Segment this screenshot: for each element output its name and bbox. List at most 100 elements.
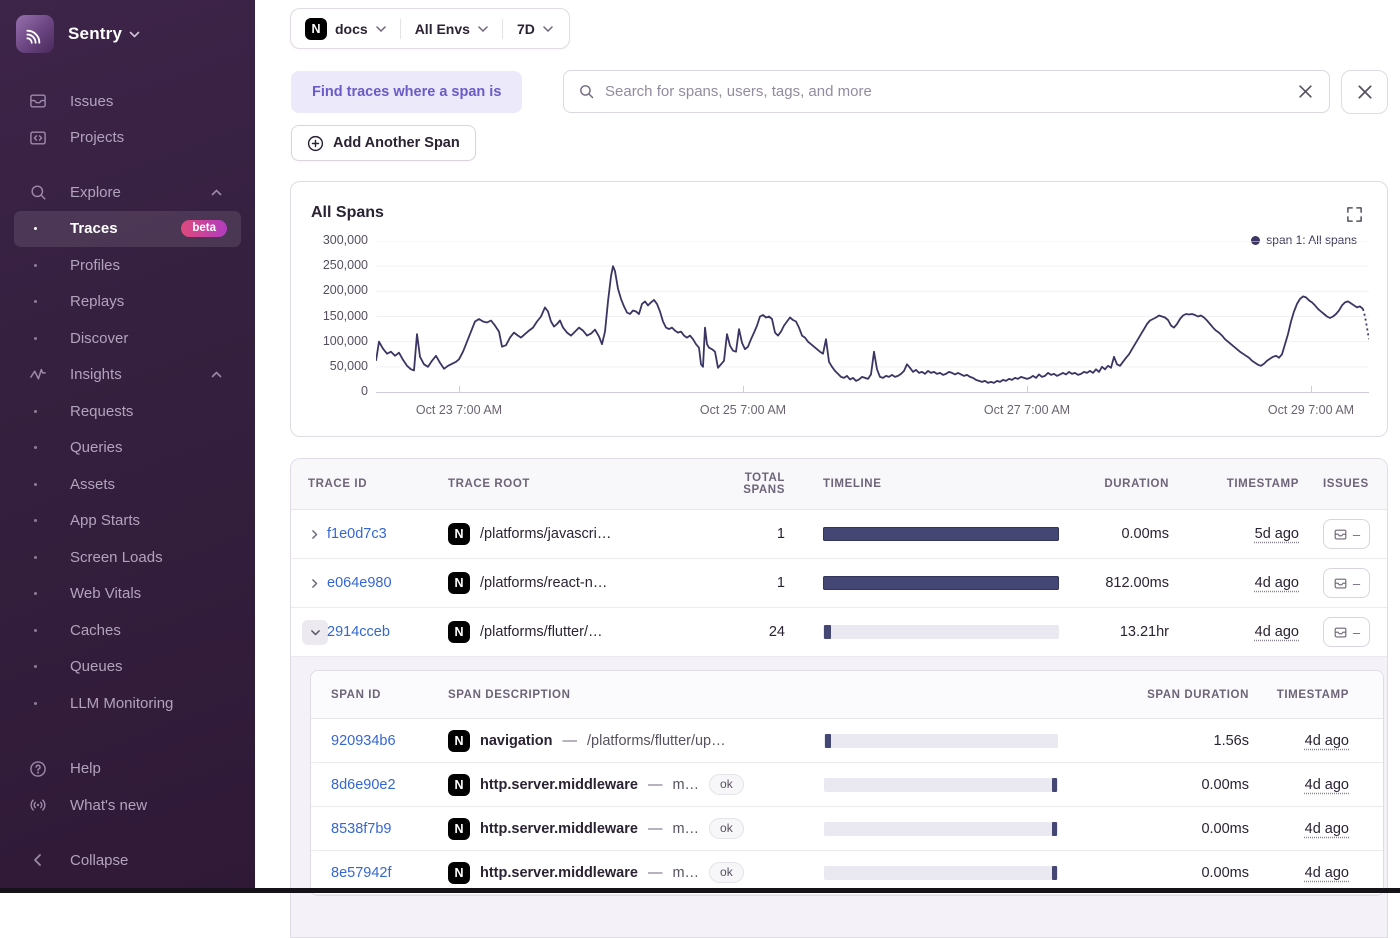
org-switcher[interactable]: Sentry (0, 0, 255, 55)
nextjs-icon: N (448, 621, 470, 643)
bullet-icon (34, 592, 37, 595)
sidebar-item-caches[interactable]: Caches (0, 612, 255, 649)
environment-filter[interactable]: All Envs (415, 21, 488, 37)
issues-icon (1333, 527, 1348, 542)
all-spans-chart-panel: All Spans span 1: All spans 300,000 250,0… (290, 181, 1388, 437)
search-icon (578, 83, 595, 100)
bullet-icon (34, 629, 37, 632)
trace-id-link[interactable]: 2914cceb (327, 624, 390, 640)
sidebar-section-insights[interactable]: Insights (0, 357, 255, 394)
timestamp-value[interactable]: 5d ago (1255, 526, 1299, 542)
all-spans-line-chart (376, 241, 1369, 392)
timestamp-value[interactable]: 4d ago (1255, 624, 1299, 640)
timeline-bar (823, 576, 1059, 590)
trace-id-link[interactable]: e064e980 (327, 575, 392, 591)
sidebar-item-assets[interactable]: Assets (0, 466, 255, 503)
sidebar-item-queues[interactable]: Queues (0, 649, 255, 686)
sidebar-item-replays[interactable]: Replays (0, 284, 255, 321)
sidebar-item-profiles[interactable]: Profiles (0, 247, 255, 284)
date-range-filter[interactable]: 7D (517, 21, 553, 37)
search-icon (28, 182, 48, 202)
insights-icon (28, 365, 48, 385)
issues-count-button[interactable]: – (1323, 519, 1370, 549)
collapse-row-button[interactable] (302, 620, 328, 645)
sidebar-item-help[interactable]: Help (0, 751, 255, 788)
sidebar-item-discover[interactable]: Discover (0, 320, 255, 357)
sidebar-item-app-starts[interactable]: App Starts (0, 503, 255, 540)
span-timeline-bar (824, 778, 1058, 792)
sidebar-item-queries[interactable]: Queries (0, 430, 255, 467)
span-duration-value: 0.00ms (1058, 865, 1249, 881)
expand-row-button[interactable] (306, 526, 323, 543)
bullet-icon (34, 556, 37, 559)
projects-icon (28, 128, 48, 148)
issues-count-button[interactable]: – (1323, 617, 1370, 647)
col-issues: ISSUES (1299, 478, 1388, 490)
span-id-link[interactable]: 8d6e90e2 (331, 777, 396, 793)
span-search-input[interactable] (605, 83, 1296, 100)
issues-icon (1333, 576, 1348, 591)
chevron-right-icon (308, 577, 321, 590)
timestamp-value[interactable]: 4d ago (1305, 733, 1349, 749)
trace-root-text: /platforms/react-n… (480, 575, 607, 591)
screen-bottom-strip (0, 888, 1400, 893)
total-spans-value: 1 (701, 526, 785, 542)
bullet-icon (34, 446, 37, 449)
timestamp-value[interactable]: 4d ago (1305, 865, 1349, 881)
timestamp-value[interactable]: 4d ago (1305, 821, 1349, 837)
expand-chart-button[interactable] (1346, 206, 1363, 223)
sidebar-item-llm-monitoring[interactable]: LLM Monitoring (0, 685, 255, 722)
span-detail: /platforms/flutter/up… (587, 733, 726, 749)
col-trace-root: TRACE ROOT (441, 478, 701, 490)
chevron-down-icon (543, 26, 553, 32)
chevron-down-icon (478, 26, 488, 32)
issues-count-button[interactable]: – (1323, 568, 1370, 598)
chevron-right-icon (308, 528, 321, 541)
span-table-header: SPAN ID SPAN DESCRIPTION SPAN DURATION T… (311, 671, 1383, 719)
chevron-down-icon (376, 26, 386, 32)
span-id-link[interactable]: 8538f7b9 (331, 821, 391, 837)
chevron-down-icon (129, 31, 140, 38)
timestamp-value[interactable]: 4d ago (1255, 575, 1299, 591)
span-duration-value: 0.00ms (1058, 821, 1249, 837)
plus-circle-icon (307, 135, 324, 152)
status-badge: ok (709, 774, 744, 795)
nextjs-icon: N (448, 774, 470, 796)
status-badge: ok (709, 862, 744, 883)
span-search-box[interactable] (563, 70, 1330, 113)
add-another-span-button[interactable]: Add Another Span (291, 125, 476, 161)
find-traces-button[interactable]: Find traces where a span is (291, 71, 522, 113)
page-filter-bar: N docs All Envs 7D (290, 8, 570, 49)
sidebar-item-issues[interactable]: Issues (0, 83, 255, 120)
trace-id-link[interactable]: f1e0d7c3 (327, 526, 387, 542)
sidebar-item-requests[interactable]: Requests (0, 393, 255, 430)
remove-span-condition-button[interactable] (1341, 70, 1388, 114)
fullscreen-icon (1346, 206, 1363, 223)
span-id-link[interactable]: 8e57942f (331, 865, 391, 881)
span-timeline-bar (824, 734, 1058, 748)
sidebar-item-screen-loads[interactable]: Screen Loads (0, 539, 255, 576)
span-op: http.server.middleware (480, 777, 638, 793)
clear-search-button[interactable] (1296, 82, 1315, 101)
span-id-link[interactable]: 920934b6 (331, 733, 396, 749)
help-icon (28, 759, 48, 779)
sidebar-section-explore[interactable]: Explore (0, 174, 255, 211)
timestamp-value[interactable]: 4d ago (1305, 777, 1349, 793)
broadcast-icon (28, 795, 48, 815)
nextjs-icon: N (448, 862, 470, 884)
sidebar-collapse-button[interactable]: Collapse (0, 842, 255, 879)
project-filter[interactable]: N docs (305, 18, 386, 40)
expanded-trace-detail: SPAN ID SPAN DESCRIPTION SPAN DURATION T… (291, 657, 1387, 938)
col-timeline: TIMELINE (823, 478, 1059, 490)
expand-row-button[interactable] (306, 575, 323, 592)
nextjs-icon: N (448, 818, 470, 840)
span-op: http.server.middleware (480, 865, 638, 881)
sidebar-item-projects[interactable]: Projects (0, 120, 255, 157)
sidebar-item-whats-new[interactable]: What's new (0, 787, 255, 824)
trace-row-2914cceb: 2914cceb N/platforms/flutter/… 24 13.21h… (291, 608, 1387, 657)
sidebar-item-traces[interactable]: Traces beta (14, 211, 241, 248)
sidebar-item-web-vitals[interactable]: Web Vitals (0, 576, 255, 613)
sidebar: Sentry Issues Projects Explore Traces be… (0, 0, 255, 893)
span-duration-value: 0.00ms (1058, 777, 1249, 793)
span-row-8d6e90e2: 8d6e90e2 Nhttp.server.middleware — m… ok 0.… (311, 763, 1383, 807)
